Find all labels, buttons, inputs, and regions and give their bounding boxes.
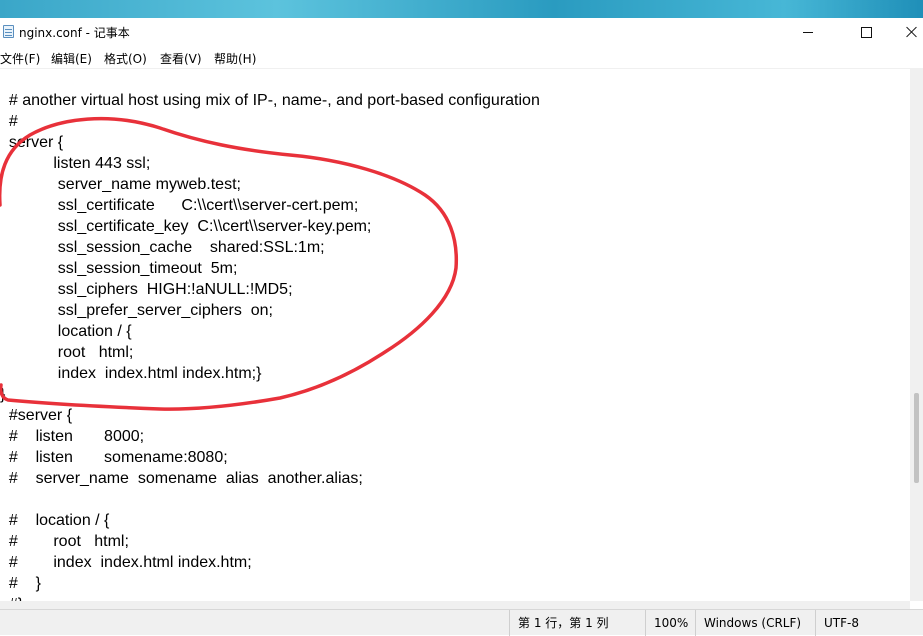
menu-edit[interactable]: 编辑(E) — [51, 50, 92, 67]
menu-help[interactable]: 帮助(H) — [214, 50, 256, 67]
notepad-icon — [3, 25, 14, 38]
minimize-button[interactable] — [785, 18, 831, 46]
status-bar: 第 1 行，第 1 列 100% Windows (CRLF) UTF-8 — [0, 609, 923, 636]
menu-format[interactable]: 格式(O) — [104, 50, 147, 67]
close-button[interactable] — [889, 18, 923, 46]
status-cursor-position: 第 1 行，第 1 列 — [509, 610, 645, 636]
code-line: # another virtual host using mix of IP-,… — [0, 92, 540, 109]
menu-file[interactable]: 文件(F) — [0, 50, 40, 67]
code-line: location / { — [0, 323, 132, 340]
code-line: # listen 8000; — [0, 428, 145, 445]
code-line: } — [0, 386, 6, 403]
menu-view[interactable]: 查看(V) — [160, 50, 202, 67]
code-line: ssl_certificate C:\\cert\\server-cert.pe… — [0, 197, 359, 214]
status-line-ending: Windows (CRLF) — [695, 610, 815, 636]
code-line: # } — [0, 575, 41, 592]
code-line: index index.html index.htm;} — [0, 365, 262, 382]
code-line: # location / { — [0, 512, 110, 529]
code-line: ssl_prefer_server_ciphers on; — [0, 302, 273, 319]
minimize-icon — [803, 31, 813, 33]
code-line: server_name myweb.test; — [0, 176, 241, 193]
vertical-scrollbar-thumb[interactable] — [914, 393, 919, 483]
code-line: ssl_certificate_key C:\\cert\\server-key… — [0, 218, 372, 235]
code-line: # index index.html index.htm; — [0, 554, 252, 571]
code-line: # root html; — [0, 533, 129, 550]
code-line: root html; — [0, 344, 134, 361]
code-line: listen 443 ssl; — [0, 155, 151, 172]
vertical-scrollbar[interactable] — [910, 68, 923, 601]
menu-bar: 文件(F) 编辑(E) 格式(O) 查看(V) 帮助(H) — [0, 46, 923, 68]
title-bar[interactable]: nginx.conf - 记事本 — [0, 18, 923, 46]
window-title: nginx.conf - 记事本 — [19, 26, 130, 40]
maximize-icon — [860, 26, 872, 38]
close-icon — [906, 26, 918, 38]
status-encoding: UTF-8 — [815, 610, 910, 636]
code-line: server { — [0, 134, 64, 151]
desktop-background-strip — [0, 0, 923, 18]
code-line: # listen somename:8080; — [0, 449, 228, 466]
code-line: ssl_ciphers HIGH:!aNULL:!MD5; — [0, 281, 293, 298]
code-line: #server { — [0, 407, 73, 424]
status-zoom: 100% — [645, 610, 695, 636]
code-line: ssl_session_timeout 5m; — [0, 260, 238, 277]
text-editor-area[interactable]: # another virtual host using mix of IP-,… — [0, 68, 910, 602]
maximize-button[interactable] — [843, 18, 889, 46]
code-line: # — [0, 113, 18, 130]
code-line: # server_name somename alias another.ali… — [0, 470, 363, 487]
horizontal-scrollbar[interactable] — [0, 601, 910, 609]
code-line: ssl_session_cache shared:SSL:1m; — [0, 239, 325, 256]
